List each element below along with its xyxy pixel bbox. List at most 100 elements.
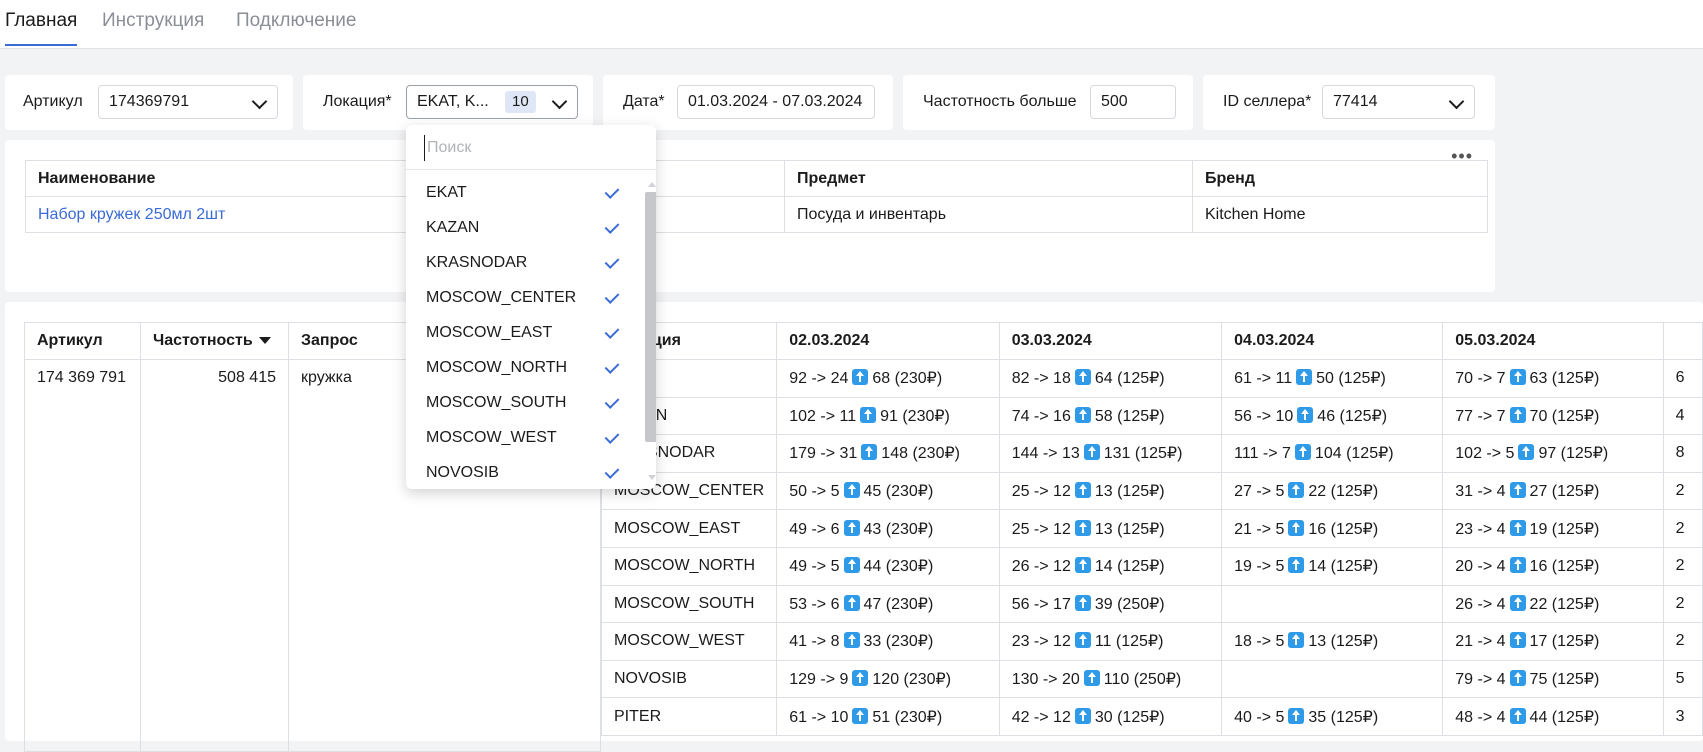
seller-select[interactable]: 77414 — [1322, 85, 1475, 119]
position-cell: 70 -> 7 63 (125₽) — [1442, 359, 1664, 398]
scroll-down-arrow-icon[interactable] — [648, 475, 656, 480]
location-select[interactable]: EKAT, K... 10 — [406, 85, 578, 119]
date-value: 01.03.2024 - 07.03.2024 — [688, 93, 863, 110]
dropdown-option[interactable]: MOSCOW_CENTER — [406, 281, 642, 316]
dropdown-option[interactable]: KRASNODAR — [406, 246, 642, 281]
check-icon — [604, 429, 620, 444]
dropdown-option[interactable]: MOSCOW_WEST — [406, 421, 642, 456]
position-cell: 21 -> 5 16 (125₽) — [1221, 509, 1444, 548]
next-date-cell: 2 — [1662, 546, 1703, 586]
article-select[interactable]: 174369791 — [98, 85, 278, 119]
scroll-thumb[interactable] — [645, 192, 656, 442]
position-cell: 18 -> 5 13 (125₽) — [1221, 622, 1444, 661]
sort-desc-icon[interactable] — [258, 337, 271, 345]
position-gain: 35 (125₽) — [1308, 708, 1379, 726]
dropdown-option[interactable]: MOSCOW_SOUTH — [406, 386, 642, 421]
dropdown-option[interactable]: MOSCOW_EAST — [406, 316, 642, 351]
frequency-filter: Частотность больше 500 — [903, 75, 1193, 130]
position-cell: 49 -> 5 44 (230₽) — [776, 546, 1000, 586]
position-cell: 26 -> 4 22 (125₽) — [1442, 584, 1664, 624]
position-cell: 61 -> 11 50 (125₽) — [1221, 359, 1444, 398]
position-gain: 58 (125₽) — [1094, 407, 1165, 425]
table-row: MOSCOW_CENTER 50 -> 5 45 (230₽) 25 -> 12 13 … — [600, 471, 1703, 511]
position-gain: 51 (230₽) — [872, 708, 943, 726]
position-cell: 19 -> 5 14 (125₽) — [1221, 546, 1444, 586]
position-gain: 110 (250₽) — [1103, 671, 1182, 689]
position-change: 40 -> 5 — [1234, 708, 1285, 726]
column-header-frequency[interactable]: Частотность — [140, 322, 289, 360]
seller-value: 77414 — [1333, 93, 1378, 110]
position-change: 92 -> 24 — [789, 370, 849, 388]
position-gain: 45 (230₽) — [863, 483, 934, 501]
tab-connection[interactable]: Подключение — [236, 10, 356, 44]
next-date-cell: 4 — [1662, 396, 1703, 436]
location-cell: PITER — [600, 697, 778, 736]
position-gain: 16 (125₽) — [1308, 520, 1379, 538]
position-change: 102 -> 11 — [789, 407, 857, 425]
dropdown-option-label: MOSCOW_NORTH — [426, 359, 568, 376]
dropdown-option-label: MOSCOW_EAST — [426, 324, 553, 341]
next-date-cell: 2 — [1662, 509, 1703, 548]
arrow-up-icon — [1509, 707, 1526, 724]
scroll-up-arrow-icon[interactable] — [648, 182, 656, 187]
article-label: Артикул — [23, 93, 83, 110]
check-icon — [604, 184, 620, 199]
position-change: 42 -> 12 — [1011, 708, 1071, 726]
position-gain: 39 (250₽) — [1094, 595, 1165, 613]
arrow-up-icon — [1509, 632, 1526, 649]
arrow-up-icon — [843, 482, 860, 499]
next-date-cell: 3 — [1662, 697, 1703, 736]
position-change: 19 -> 5 — [1234, 558, 1285, 576]
position-change: 26 -> 4 — [1455, 595, 1506, 613]
position-change: 79 -> 4 — [1455, 671, 1506, 689]
chevron-down-icon — [251, 93, 268, 110]
product-name-link[interactable]: Набор кружек 250мл 2шт — [25, 196, 785, 233]
position-cell: 179 -> 31 148 (230₽) — [776, 434, 1000, 473]
dropdown-option-label: KAZAN — [426, 219, 480, 236]
position-change: 102 -> 5 — [1455, 445, 1515, 463]
dropdown-option-label: NOVOSIB — [426, 464, 499, 481]
position-gain: 33 (230₽) — [863, 633, 934, 651]
dropdown-search — [406, 125, 656, 170]
column-header-date: 04.03.2024 — [1221, 322, 1444, 360]
arrow-up-icon — [1288, 557, 1305, 574]
tab-instruction[interactable]: Инструкция — [102, 10, 204, 44]
position-gain: 64 (125₽) — [1094, 370, 1165, 388]
position-cell: 23 -> 12 11 (125₽) — [998, 622, 1223, 661]
position-gain: 27 (125₽) — [1529, 483, 1600, 501]
tab-main[interactable]: Главная — [5, 10, 78, 46]
position-change: 26 -> 12 — [1011, 558, 1071, 576]
article-filter: Артикул 174369791 — [5, 75, 293, 130]
dropdown-option[interactable]: NOVOSIB — [406, 456, 642, 489]
dropdown-option[interactable]: EKAT — [406, 176, 642, 211]
position-cell — [1221, 659, 1444, 699]
arrow-up-icon — [1074, 707, 1091, 724]
position-cell: 102 -> 5 97 (125₽) — [1442, 434, 1664, 473]
date-range-input[interactable]: 01.03.2024 - 07.03.2024 — [677, 85, 875, 119]
position-change: 25 -> 12 — [1011, 520, 1071, 538]
arrow-up-icon — [852, 707, 869, 724]
dropdown-option[interactable]: KAZAN — [406, 211, 642, 246]
dropdown-scrollbar[interactable] — [642, 180, 656, 480]
dropdown-option[interactable]: MOSCOW_NORTH — [406, 351, 642, 386]
frequency-input[interactable]: 500 — [1090, 85, 1176, 119]
arrow-up-icon — [1509, 406, 1526, 423]
arrow-up-icon — [1074, 557, 1091, 574]
location-cell: MOSCOW_SOUTH — [600, 584, 778, 624]
position-gain: 43 (230₽) — [863, 520, 934, 538]
position-gain: 131 (125₽) — [1103, 445, 1183, 463]
table-row: MOSCOW_WEST 41 -> 8 33 (230₽) 23 -> 12 11 (1… — [600, 622, 1703, 661]
product-subject: Посуда и инвентарь — [784, 196, 1193, 233]
position-cell: 82 -> 18 64 (125₽) — [998, 359, 1223, 398]
position-change: 129 -> 9 — [789, 671, 849, 689]
location-label: Локация* — [323, 93, 392, 110]
position-gain: 47 (230₽) — [863, 595, 934, 613]
position-change: 50 -> 5 — [789, 483, 840, 501]
arrow-up-icon — [1509, 670, 1526, 687]
position-change: 25 -> 12 — [1011, 483, 1071, 501]
position-gain: 22 (125₽) — [1308, 483, 1379, 501]
dropdown-search-input[interactable] — [424, 135, 629, 161]
check-icon — [604, 254, 620, 269]
arrow-up-icon — [1288, 707, 1305, 724]
position-gain: 46 (125₽) — [1317, 407, 1388, 425]
